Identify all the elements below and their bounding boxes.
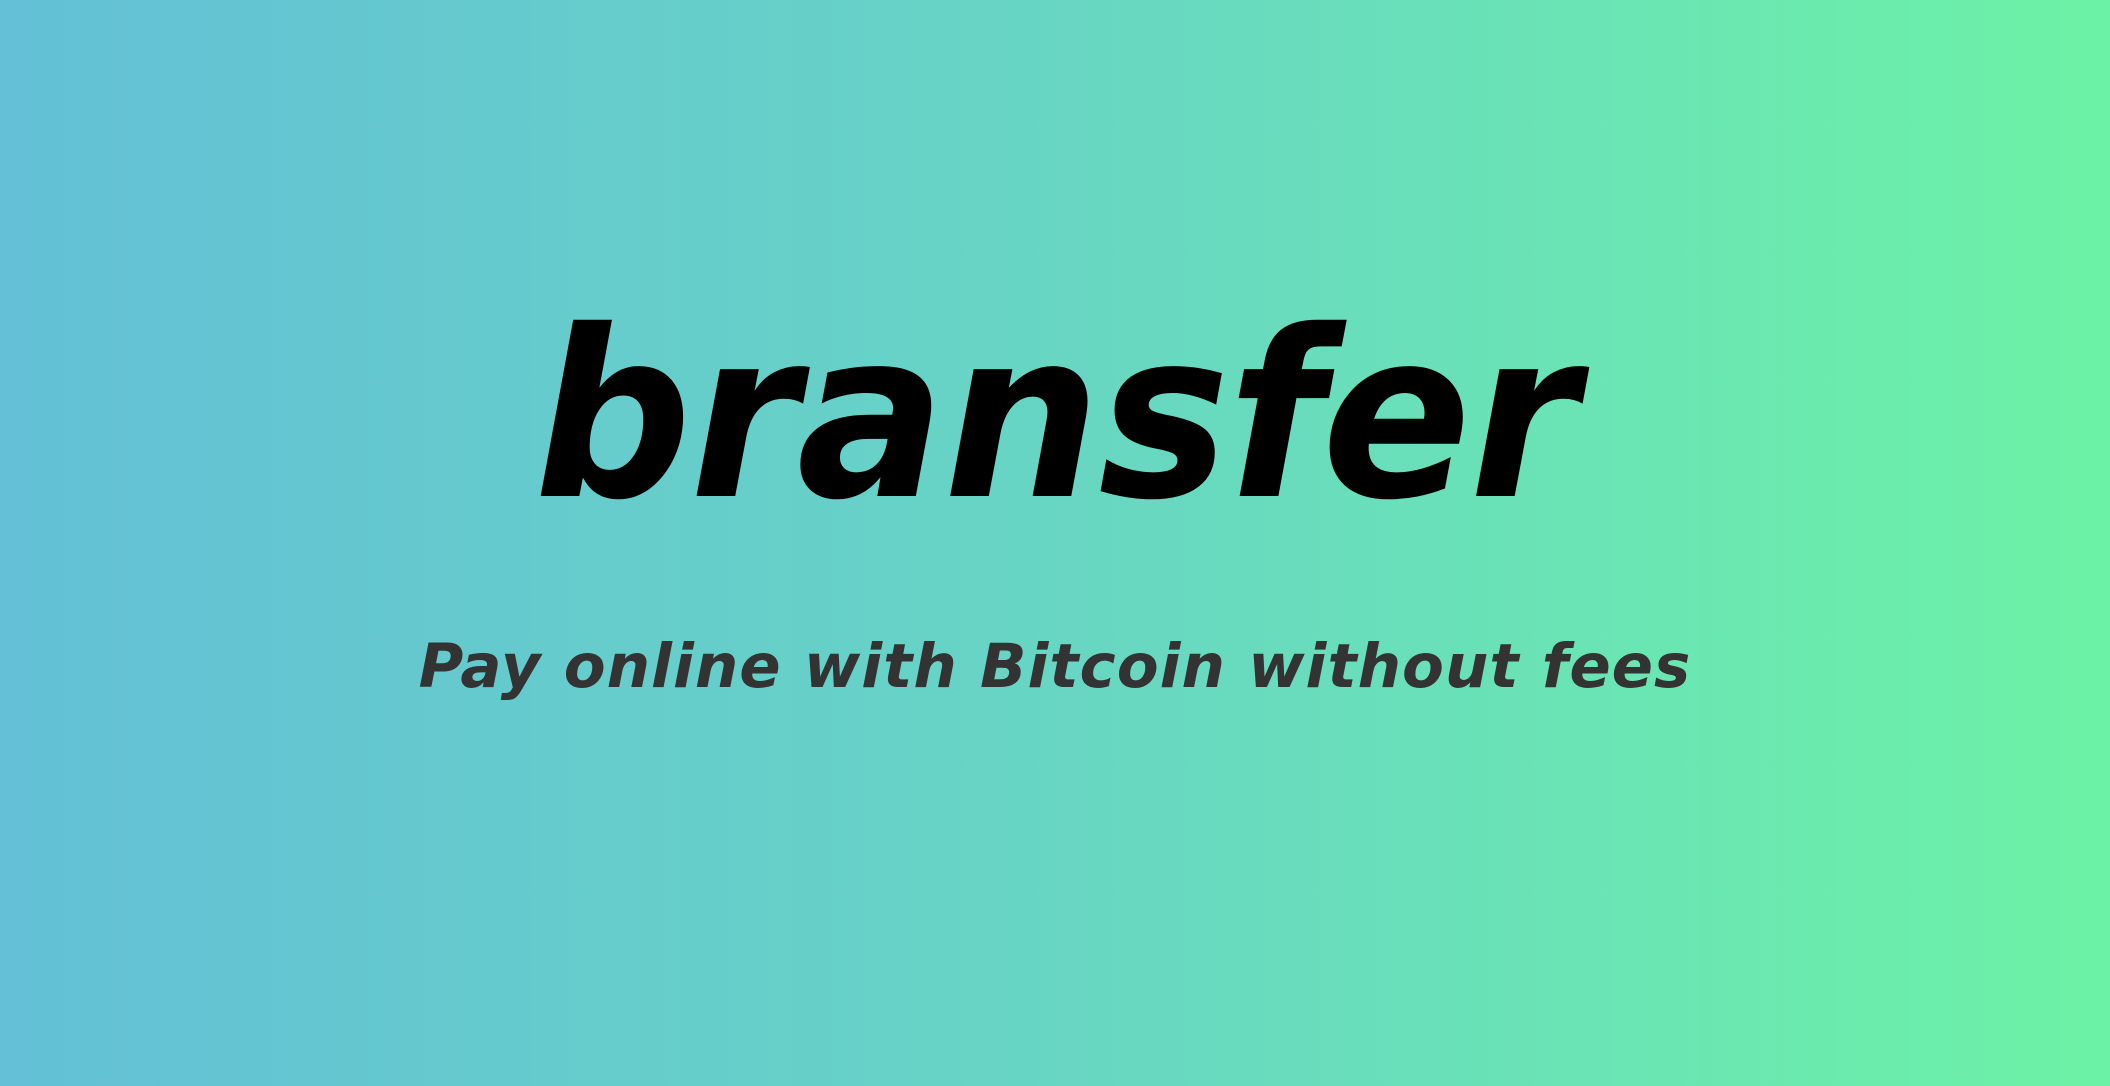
- hero-banner: bransfer Pay online with Bitcoin without…: [0, 0, 2110, 1086]
- brand-tagline: Pay online with Bitcoin without fees: [418, 631, 1692, 702]
- brand-logo: bransfer: [533, 281, 1578, 551]
